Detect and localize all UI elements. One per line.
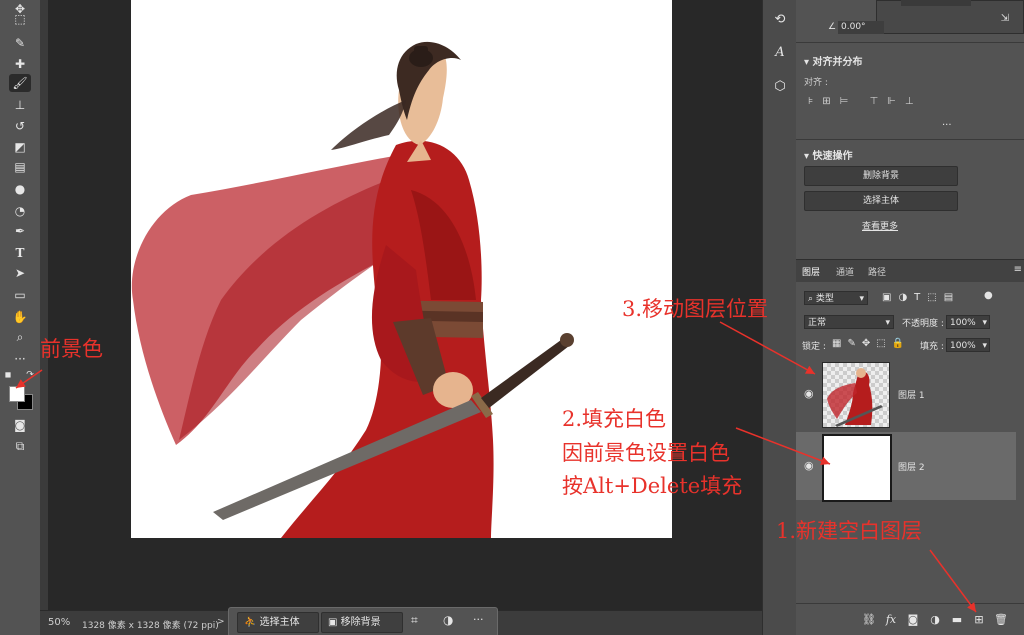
annotation-step2-line1: 2.填充白色 <box>562 407 667 431</box>
arrow-to-layer2 <box>735 427 831 465</box>
arrow-to-layer1 <box>719 321 816 375</box>
arrow-to-new-layer <box>929 549 977 613</box>
arrow-to-foreground <box>15 369 43 389</box>
annotation-step1: 1.新建空白图层 <box>776 519 923 543</box>
photoshop-window: ✥ ⬚ ✎ ✚ 🖌 ⊥ ↺ ◩ ▤ ● ◔ ✒ T ➤ ▭ ✋ ⌕ ··· ◼ … <box>0 0 1024 635</box>
annotation-step2-line3: 按Alt+Delete填充 <box>562 474 743 498</box>
annotation-foreground: 前景色 <box>40 337 103 361</box>
annotation-step2-line2: 因前景色设置白色 <box>562 441 730 465</box>
annotation-step3: 3.移动图层位置 <box>622 297 769 321</box>
